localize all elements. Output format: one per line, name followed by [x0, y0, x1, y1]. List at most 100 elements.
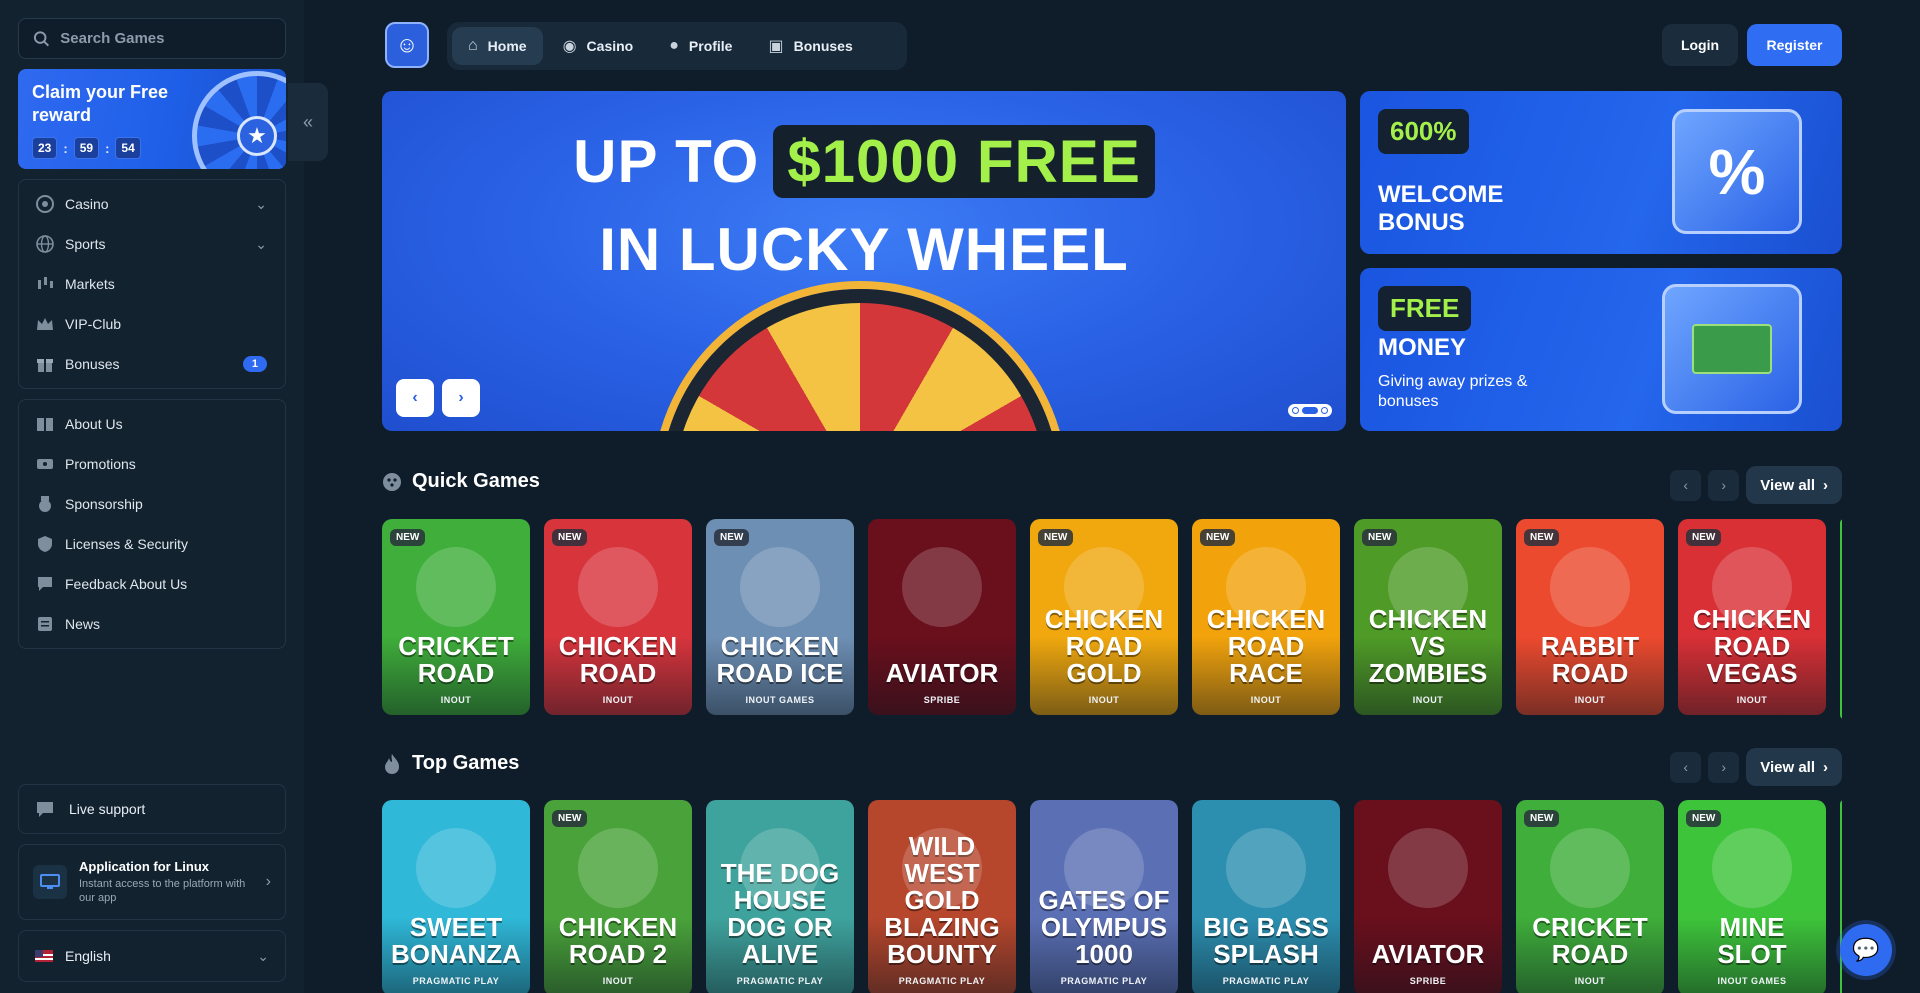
free-reward-banner[interactable]: Claim your Free reward 23 : 59 : 54 ★ — [18, 69, 286, 169]
game-card[interactable]: NEW Cricket Road INOUT — [382, 519, 530, 715]
casino-chip-icon: ◉ — [562, 38, 577, 55]
top-navigation: ⌂ Home ◉ Casino ● Profile ▣ Bonuses — [447, 22, 907, 70]
login-button[interactable]: Login — [1662, 24, 1738, 66]
welcome-bonus-banner[interactable]: 600% WELCOME BONUS % — [1360, 91, 1842, 254]
game-card[interactable]: Sweet Bonanza PRAGMATIC PLAY — [382, 800, 530, 993]
game-card[interactable]: NEW Chicken Road Vegas INOUT — [1678, 519, 1826, 715]
language-selector[interactable]: English ⌄ — [18, 930, 286, 982]
game-artwork — [578, 828, 658, 908]
app-download-card[interactable]: Application for Linux Instant access to … — [18, 844, 286, 920]
game-provider: PRAGMATIC PLAY — [1060, 976, 1148, 986]
game-card[interactable]: Wild West Gold Blazing Bounty PRAGMATIC P… — [868, 800, 1016, 993]
sidebar-item-casino[interactable]: Casino ⌄ — [19, 184, 285, 224]
tab-profile[interactable]: ● Profile — [653, 27, 748, 65]
game-card[interactable]: NEW Mine Slot INOUT GAMES — [1678, 800, 1826, 993]
hero-banner[interactable]: UP TO $1000 FREE IN LUCKY WHEEL ‹ › — [382, 91, 1346, 431]
partial-game-card[interactable] — [1840, 519, 1842, 719]
sidebar-item-markets[interactable]: Markets — [19, 264, 285, 304]
gamepad-icon — [383, 472, 401, 491]
chat-button[interactable]: 💬 — [1840, 924, 1892, 976]
game-title: Aviator — [885, 658, 999, 688]
chevron-down-icon: ⌄ — [255, 235, 267, 252]
game-card[interactable]: Aviator SPRIBE — [868, 519, 1016, 715]
view-all-button[interactable]: View all › — [1746, 748, 1842, 786]
register-button[interactable]: Register — [1747, 24, 1842, 66]
prev-button[interactable]: ‹ — [1670, 751, 1702, 783]
tab-home[interactable]: ⌂ Home — [452, 27, 543, 65]
sidebar-item-licenses-security[interactable]: Licenses & Security — [19, 524, 285, 564]
chevron-right-icon: › — [1823, 476, 1828, 494]
sidebar-item-about-us[interactable]: About Us — [19, 404, 285, 444]
sidebar-item-vip-club[interactable]: VIP-Club — [19, 304, 285, 344]
sidebar-item-label: About Us — [65, 416, 123, 432]
chat-icon: 💬 — [1852, 937, 1880, 962]
sidebar-item-label: Sports — [65, 236, 106, 252]
medal-icon — [35, 494, 55, 514]
promo-title: MONEY — [1378, 334, 1467, 361]
view-all-button[interactable]: View all › — [1746, 466, 1842, 504]
game-card[interactable]: NEW Chicken Road 2 INOUT — [544, 800, 692, 993]
game-artwork — [1550, 828, 1630, 908]
tab-casino[interactable]: ◉ Casino — [547, 27, 650, 65]
free-money-banner[interactable]: FREE MONEY Giving away prizes & bonuses — [1360, 268, 1842, 431]
game-title: Cricket Road — [1532, 912, 1648, 969]
ticket-icon — [35, 454, 55, 474]
hero-prev-button[interactable]: ‹ — [396, 379, 434, 417]
game-card[interactable]: Aviator SPRIBE — [1354, 800, 1502, 993]
view-all-label: View all — [1760, 758, 1815, 776]
quick-games-row: NEW Cricket Road INOUT NEW Chicken Road INOUT… — [382, 519, 1842, 719]
chevron-left-icon: ‹ — [412, 389, 418, 406]
hero-next-button[interactable]: › — [442, 379, 480, 417]
sidebar-item-sports[interactable]: Sports ⌄ — [19, 224, 285, 264]
live-support-button[interactable]: Live support — [18, 784, 286, 834]
site-logo[interactable]: ☺ — [385, 22, 429, 68]
game-title: Chicken Road 2 — [558, 912, 678, 969]
search-input[interactable] — [60, 30, 271, 47]
top-games-row: Sweet Bonanza PRAGMATIC PLAY NEW Chicken Ro… — [382, 800, 1842, 993]
game-card[interactable]: The Dog House Dog or Alive PRAGMATIC PLAY — [706, 800, 854, 993]
language-label: English — [65, 948, 111, 964]
sidebar-item-sponsorship[interactable]: Sponsorship — [19, 484, 285, 524]
game-card[interactable]: Big Bass Splash PRAGMATIC PLAY — [1192, 800, 1340, 993]
sidebar-item-feedback[interactable]: Feedback About Us — [19, 564, 285, 604]
promo-free-pill: FREE — [1378, 286, 1472, 331]
game-card[interactable]: NEW Chicken Road Ice INOUT GAMES — [706, 519, 854, 715]
live-support-label: Live support — [69, 801, 146, 817]
game-card[interactable]: Gates of Olympus 1000 PRAGMATIC PLAY — [1030, 800, 1178, 993]
game-card[interactable]: NEW Rabbit Road INOUT — [1516, 519, 1664, 715]
game-card[interactable]: NEW Chicken Road Race INOUT — [1192, 519, 1340, 715]
sidebar-item-bonuses[interactable]: Bonuses 1 — [19, 344, 285, 384]
new-badge: NEW — [1038, 529, 1074, 546]
next-button[interactable]: › — [1708, 469, 1740, 501]
app-subtitle: Instant access to the platform with our … — [79, 878, 246, 904]
game-provider: PRAGMATIC PLAY — [412, 976, 500, 986]
next-button[interactable]: › — [1708, 751, 1740, 783]
search-bar[interactable] — [18, 18, 286, 59]
slide-dot[interactable] — [1292, 407, 1299, 414]
tab-bonuses[interactable]: ▣ Bonuses — [752, 27, 868, 65]
new-badge: NEW — [1200, 529, 1236, 546]
slide-dot[interactable] — [1321, 407, 1328, 414]
prev-button[interactable]: ‹ — [1670, 469, 1702, 501]
game-card[interactable]: NEW Cricket Road INOUT — [1516, 800, 1664, 993]
game-card[interactable]: NEW Chicken Road INOUT — [544, 519, 692, 715]
game-provider: PRAGMATIC PLAY — [736, 976, 824, 986]
section-title: Top Games — [412, 752, 520, 774]
sidebar-item-news[interactable]: News — [19, 604, 285, 644]
us-flag-icon — [35, 950, 53, 962]
sidebar-item-promotions[interactable]: Promotions — [19, 444, 285, 484]
collapse-sidebar-button[interactable]: « — [288, 83, 328, 161]
game-provider: INOUT — [1736, 695, 1768, 705]
promo-percent: 600% — [1378, 109, 1469, 154]
game-card[interactable]: NEW Chicken vs Zombies INOUT — [1354, 519, 1502, 715]
game-artwork — [1388, 828, 1468, 908]
game-artwork — [740, 828, 820, 908]
game-card[interactable]: NEW Chicken Road Gold INOUT — [1030, 519, 1178, 715]
slide-dot-active[interactable] — [1302, 407, 1318, 414]
partial-game-card[interactable] — [1840, 800, 1842, 993]
chevron-down-icon: ⌄ — [255, 195, 267, 212]
game-artwork — [1712, 828, 1792, 908]
quick-games-controls: ‹ › View all › — [1670, 466, 1842, 504]
game-artwork — [902, 828, 982, 908]
quick-games-heading: Quick Games — [382, 470, 540, 493]
